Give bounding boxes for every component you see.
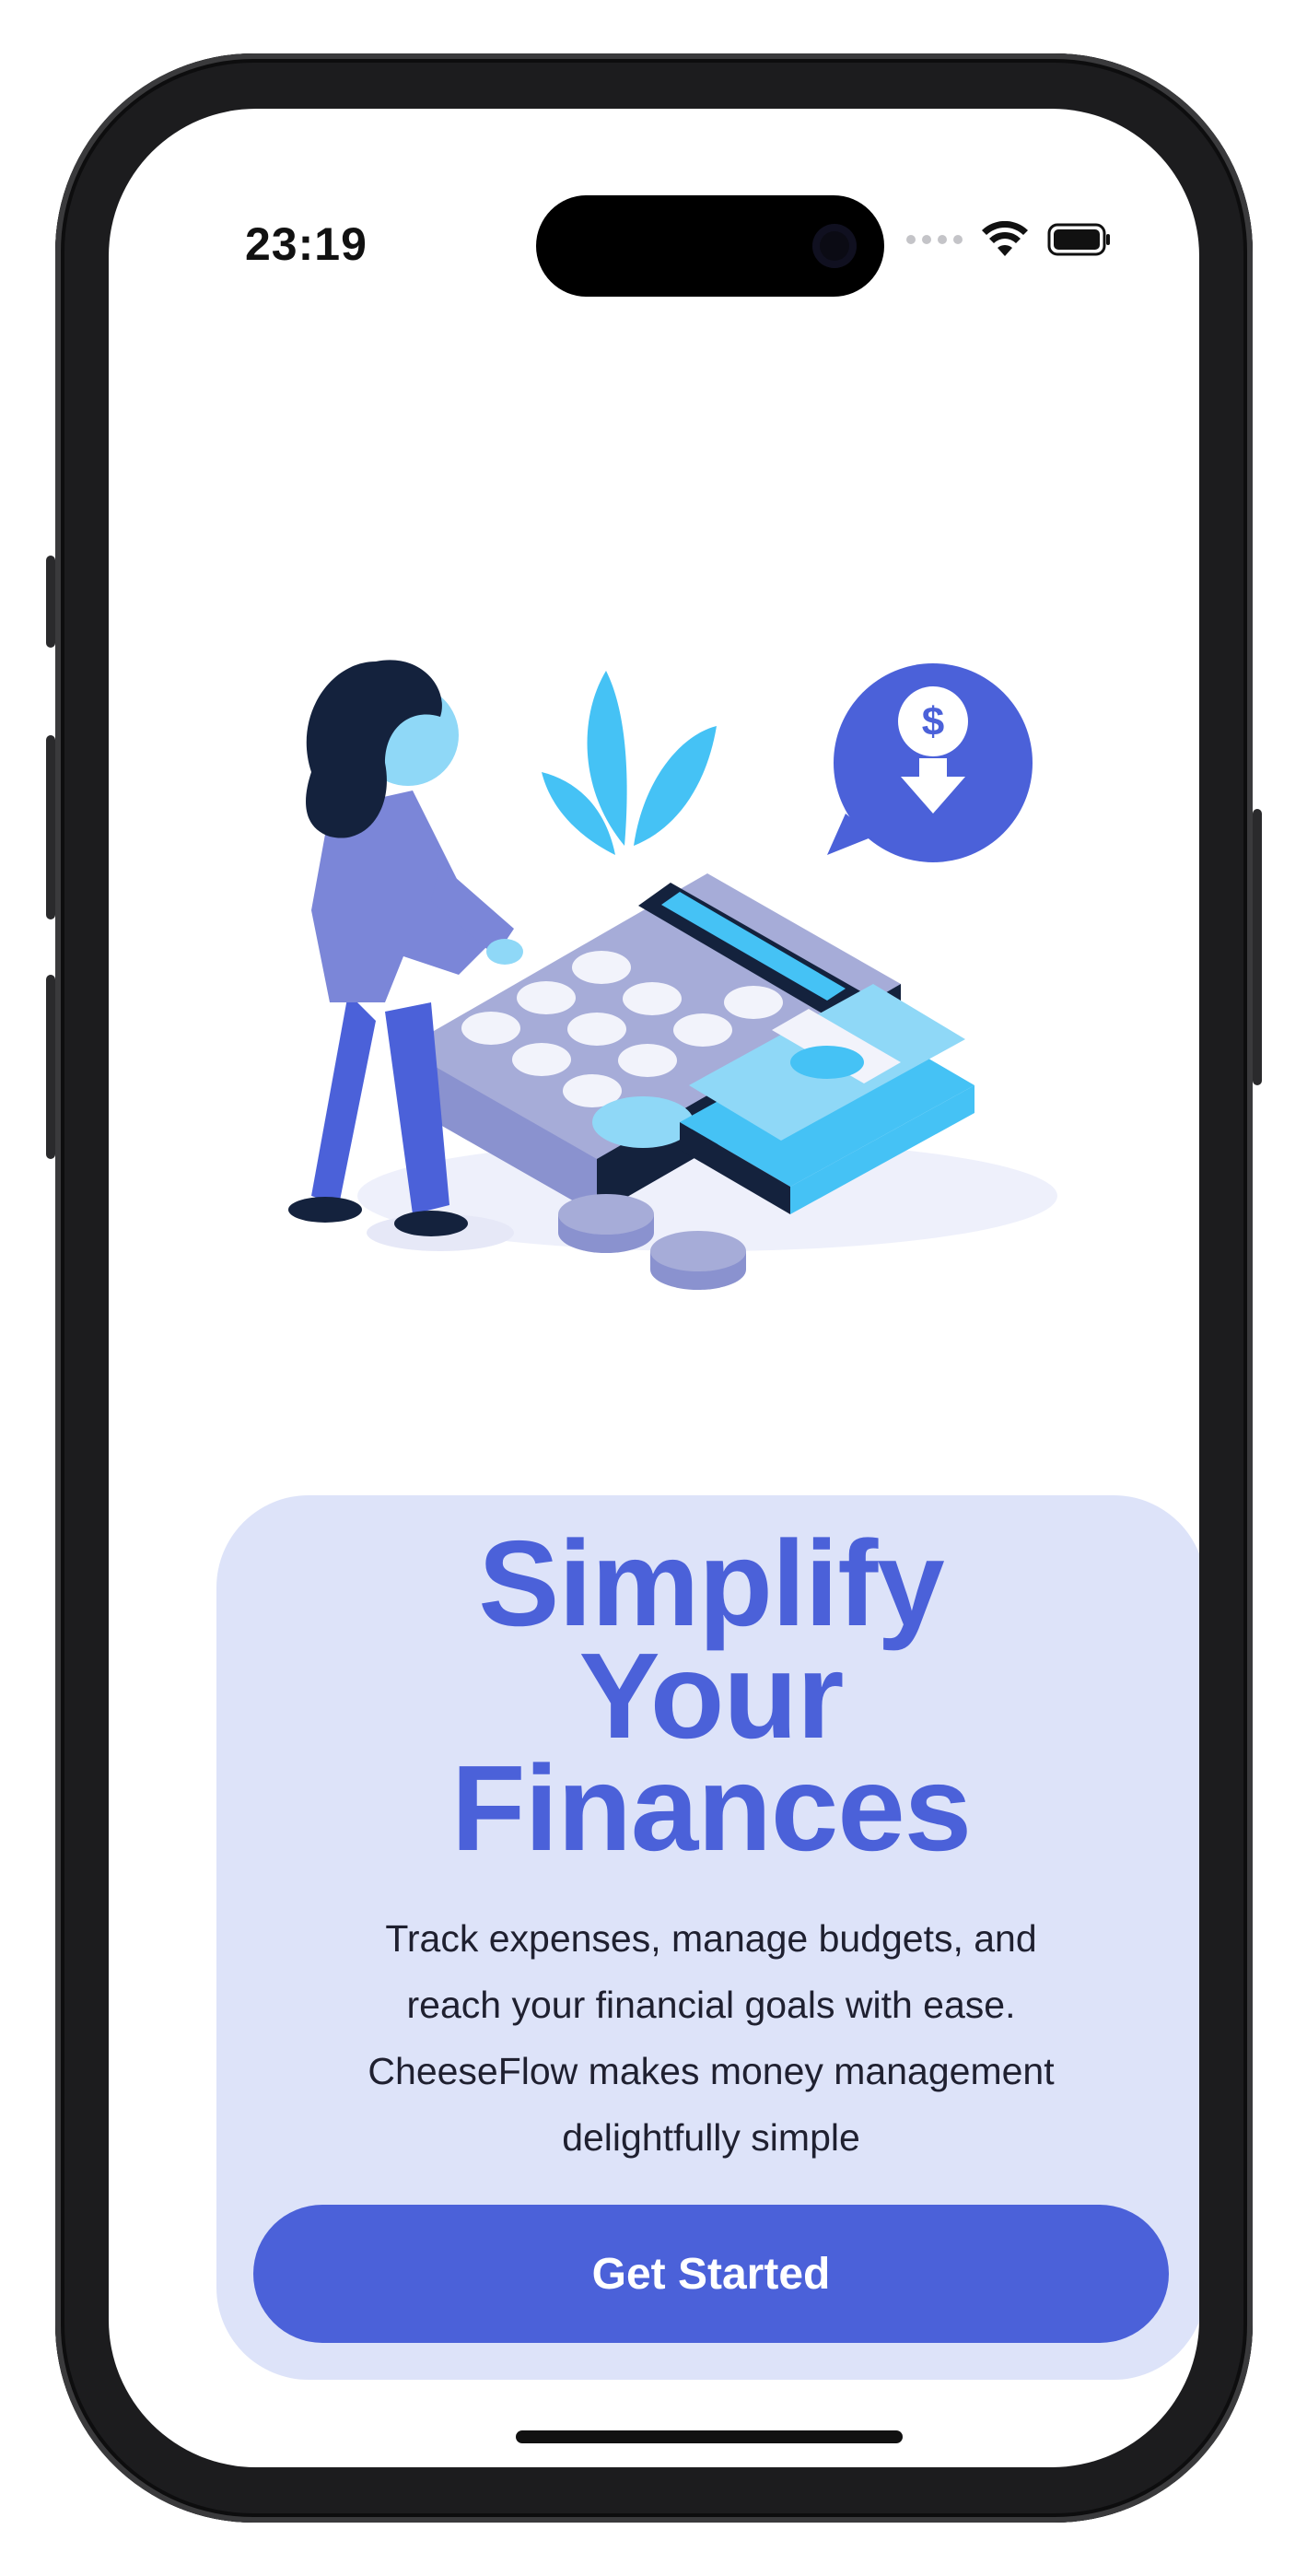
status-bar: 23:19 [109,109,1199,297]
title-line: Your [578,1628,845,1763]
get-started-label: Get Started [591,2249,831,2299]
cellular-dots-icon [906,235,963,244]
get-started-button[interactable]: Get Started [253,2205,1169,2343]
status-icons [906,221,1112,258]
power-button [1253,809,1262,1085]
description-text: Track expenses, manage budgets, and reac… [281,1905,1141,2171]
description-line: reach your financial goals with ease. [406,1984,1016,2026]
title-line: Simplify [478,1516,944,1651]
phone-frame: 23:19 $ Simplify Your Finances Track exp… [46,53,1262,2523]
app-screen: 23:19 $ Simplify Your Finances Track exp… [109,109,1199,2467]
home-indicator[interactable] [516,2430,903,2443]
description-line: Track expenses, manage budgets, and [385,1917,1037,1960]
wifi-icon [982,221,1028,256]
action-button [46,556,55,648]
dynamic-island [536,195,884,297]
description-line: CheeseFlow makes money management [368,2050,1055,2092]
plant-icon [542,671,717,855]
finance-calculator-illustration: $ [288,660,1057,1290]
dollar-download-icon: $ [827,663,1033,862]
welcome-card: Simplify Your Finances Track expenses, m… [216,1495,1199,2380]
page-title: Simplify Your Finances [216,1516,1199,1876]
battery-icon [1047,223,1110,256]
volume-down-button [46,975,55,1159]
title-line: Finances [450,1740,972,1876]
camera-icon [812,224,857,268]
svg-text:$: $ [922,699,944,744]
description-line: delightfully simple [562,2116,860,2159]
status-time: 23:19 [245,218,368,270]
volume-up-button [46,735,55,919]
